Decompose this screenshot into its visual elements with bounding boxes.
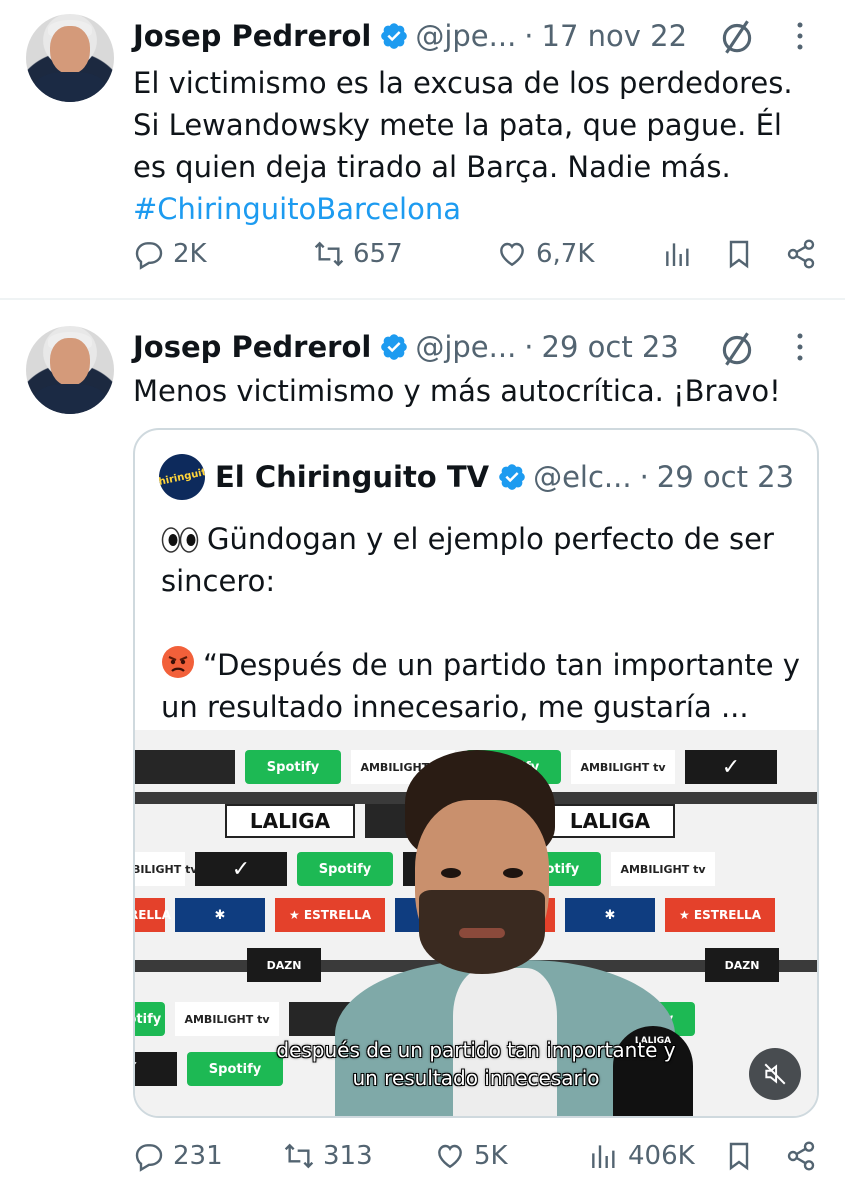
bookmark-button[interactable] — [723, 238, 755, 274]
share-button[interactable] — [785, 238, 817, 274]
quoted-author-name[interactable]: El Chiringuito TV — [215, 460, 489, 494]
board-tile: Spotify — [245, 750, 341, 784]
separator-dot: · — [524, 19, 534, 53]
board-tile: ★ ESTRELLA — [135, 898, 171, 932]
author-avatar[interactable] — [26, 14, 114, 102]
tweet-actions: 231 313 5K 406K — [0, 1140, 845, 1184]
views-button[interactable]: 406K — [588, 1140, 695, 1172]
retweet-count: 313 — [323, 1141, 373, 1171]
author-avatar[interactable] — [26, 326, 114, 414]
tweet-text: Menos victimismo y más autocrítica. ¡Bra… — [133, 370, 823, 412]
author-handle[interactable]: @jpe... — [415, 330, 516, 364]
board-tile: ✱ — [175, 898, 265, 932]
angry-face-emoji — [162, 646, 194, 678]
unmute-button[interactable] — [749, 1048, 801, 1100]
tweet-date[interactable]: 29 oct 23 — [542, 330, 679, 364]
hashtag-link[interactable]: #ChiringuitoBarcelona — [133, 188, 823, 230]
quoted-paragraph-text: Gündogan y el ejemplo perfecto de ser si… — [161, 522, 774, 598]
like-button[interactable]: 6,7K — [496, 238, 594, 270]
like-count: 5K — [474, 1141, 508, 1171]
tweet-text: El victimismo es la excusa de los perded… — [133, 62, 823, 230]
share-button[interactable] — [785, 1140, 817, 1176]
eye — [503, 868, 523, 878]
retweet-count: 657 — [353, 239, 403, 269]
quoted-author-handle[interactable]: @elc... — [533, 460, 632, 494]
tweet-actions: 2K 657 6,7K — [0, 238, 845, 282]
retweet-icon — [314, 241, 344, 267]
board-tile: DAZN — [705, 948, 779, 982]
quoted-paragraph: “Después de un partido tan importante y … — [161, 644, 801, 728]
tweet-header: Josep Pedrerol @jpe... · 17 nov 22 — [133, 16, 687, 56]
author-name[interactable]: Josep Pedrerol — [133, 330, 371, 364]
like-button[interactable]: 5K — [434, 1140, 508, 1172]
board-tile — [135, 750, 235, 784]
like-count: 6,7K — [536, 239, 595, 269]
board-tile: Spotify — [135, 1002, 165, 1036]
video-subtitle: después de un partido tan importante y u… — [135, 1036, 817, 1092]
retweet-icon — [284, 1143, 314, 1169]
board-tile: AMBILIGHT tv — [135, 852, 198, 886]
separator-dot: · — [639, 460, 649, 494]
tweet-text-line: es quien deja tirado al Barça. Nadie más… — [133, 150, 731, 184]
board-tile: DAZN — [247, 948, 321, 982]
share-icon — [787, 1141, 815, 1171]
tweet-date[interactable]: 17 nov 22 — [542, 19, 688, 53]
tweet-text-line: Menos victimismo y más autocrítica. ¡Bra… — [133, 374, 781, 408]
verified-badge-icon — [499, 464, 525, 490]
view-count: 406K — [628, 1141, 695, 1171]
views-chart-icon — [592, 1145, 615, 1168]
separator-dot: · — [524, 330, 534, 364]
reply-count: 2K — [173, 239, 207, 269]
board-tile: ★ ESTRELLA — [665, 898, 775, 932]
quoted-avatar-logo: Chiringuito — [159, 465, 205, 489]
share-icon — [787, 239, 815, 269]
reply-button[interactable]: 2K — [133, 238, 207, 270]
more-options-icon[interactable] — [793, 331, 807, 365]
board-tile: AMBILIGHT tv — [175, 1002, 279, 1036]
more-options-icon[interactable] — [793, 20, 807, 54]
quoted-author-avatar[interactable]: Chiringuito — [159, 454, 205, 500]
quoted-tweet-header: El Chiringuito TV @elc... · 29 oct 23 — [215, 456, 794, 498]
tweet-text-line: Si Lewandowsky mete la pata, que pague. … — [133, 108, 782, 142]
eyes-emoji — [161, 527, 199, 553]
heart-icon — [500, 242, 524, 267]
quoted-paragraph-text: “Después de un partido tan importante y … — [161, 648, 800, 724]
bookmark-button[interactable] — [723, 1140, 755, 1176]
quoted-tweet[interactable]: Chiringuito El Chiringuito TV @elc... · … — [133, 428, 819, 1118]
quoted-tweet-date[interactable]: 29 oct 23 — [657, 460, 794, 494]
tweet[interactable]: Josep Pedrerol @jpe... · 17 nov 22 El vi… — [0, 0, 845, 298]
tweet[interactable]: Josep Pedrerol @jpe... · 29 oct 23 Menos… — [0, 300, 845, 1200]
video-player[interactable]: Spotify AMBILIGHT tv Spotify AMBILIGHT t… — [135, 730, 817, 1116]
hide-content-icon[interactable] — [716, 15, 758, 57]
muted-speaker-icon — [764, 1063, 786, 1085]
views-chart-icon — [666, 243, 689, 266]
tweet-text-line: El victimismo es la excusa de los perded… — [133, 66, 793, 100]
heart-icon — [438, 1144, 462, 1169]
board-tile: ✓ — [195, 852, 287, 886]
author-handle[interactable]: @jpe... — [415, 19, 516, 53]
hide-content-icon[interactable] — [716, 327, 758, 369]
bookmark-icon — [729, 1142, 749, 1171]
reply-icon — [135, 1144, 163, 1172]
views-button[interactable] — [662, 238, 694, 274]
quoted-paragraph: Gündogan y el ejemplo perfecto de ser si… — [161, 518, 801, 602]
quoted-tweet-text: Gündogan y el ejemplo perfecto de ser si… — [161, 518, 801, 728]
board-tile: ✓ — [685, 750, 777, 784]
verified-badge-icon — [381, 23, 408, 49]
bookmark-icon — [729, 240, 749, 269]
mouth — [459, 928, 505, 938]
reply-button[interactable]: 231 — [133, 1140, 223, 1172]
retweet-button[interactable]: 657 — [313, 238, 403, 270]
subtitle-line: después de un partido tan importante y — [276, 1038, 676, 1062]
tweet-header: Josep Pedrerol @jpe... · 29 oct 23 — [133, 327, 679, 367]
retweet-button[interactable]: 313 — [283, 1140, 373, 1172]
eye — [441, 868, 461, 878]
subtitle-line: un resultado innecesario — [352, 1066, 600, 1090]
verified-badge-icon — [381, 334, 408, 360]
reply-icon — [135, 242, 163, 270]
reply-count: 231 — [173, 1141, 223, 1171]
author-name[interactable]: Josep Pedrerol — [133, 19, 371, 53]
